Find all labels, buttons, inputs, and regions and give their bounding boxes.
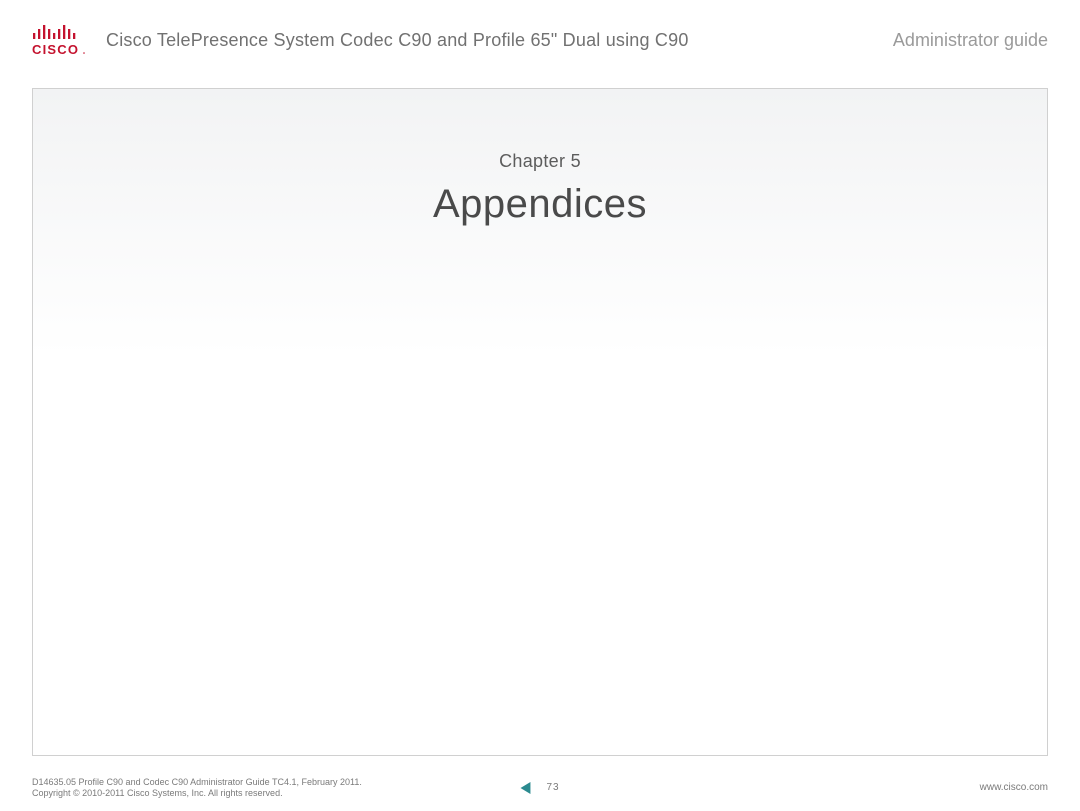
footer-doc-id: D14635.05 Profile C90 and Codec C90 Admi… <box>32 777 980 788</box>
cisco-logo: CISCO <box>32 23 90 57</box>
chapter-title: Appendices <box>33 172 1047 227</box>
page-header: CISCO Cisco TelePresence System Codec C9… <box>32 18 1048 62</box>
svg-text:CISCO: CISCO <box>32 42 79 57</box>
footer-copyright: D14635.05 Profile C90 and Codec C90 Admi… <box>32 777 980 800</box>
page-footer: D14635.05 Profile C90 and Codec C90 Admi… <box>32 777 1048 800</box>
guide-label: Administrator guide <box>893 30 1048 51</box>
footer-url[interactable]: www.cisco.com <box>980 782 1048 793</box>
footer-pagination: 73 <box>520 782 559 794</box>
document-page: CISCO Cisco TelePresence System Codec C9… <box>0 0 1080 811</box>
document-title: Cisco TelePresence System Codec C90 and … <box>90 30 893 51</box>
previous-page-icon[interactable] <box>520 782 536 794</box>
content-panel: Chapter 5 Appendices <box>32 88 1048 756</box>
chapter-label: Chapter 5 <box>33 89 1047 172</box>
page-number: 73 <box>546 782 559 793</box>
footer-rights: Copyright © 2010-2011 Cisco Systems, Inc… <box>32 788 980 799</box>
